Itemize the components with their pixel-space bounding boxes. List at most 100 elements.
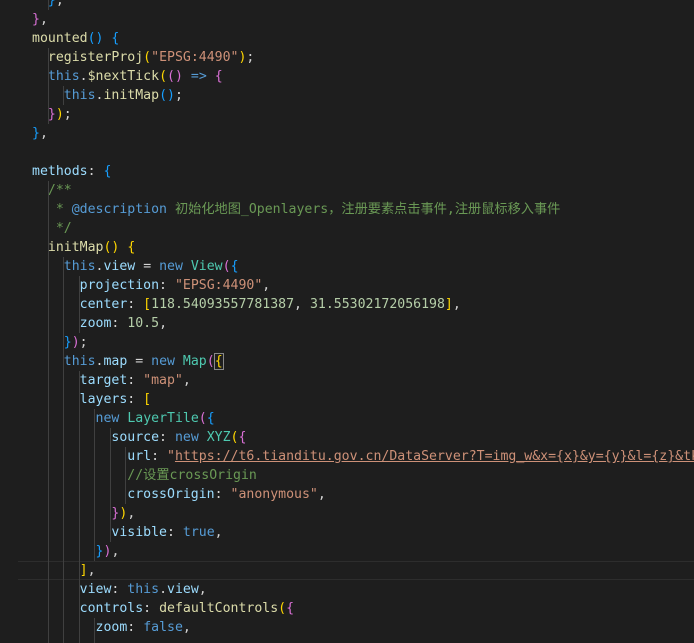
code-token: view [167,582,199,597]
code-line[interactable] [0,143,694,162]
code-token: map [103,354,128,369]
code-token: registerProj [47,50,144,65]
indent-guide [47,409,49,428]
code-line[interactable]: new LayerTile({ [0,409,694,428]
code-token: new [151,354,175,369]
code-token: */ [47,221,72,236]
code-token: : [127,373,144,388]
code-line[interactable]: zoom: 10.5, [0,314,694,333]
indent-guide [78,504,80,523]
code-line[interactable]: crossOrigin: "anonymous", [0,485,694,504]
code-line[interactable]: */ [0,219,694,238]
code-token: mounted [32,31,88,46]
indent-guide [47,580,49,599]
indent-guide [78,295,80,314]
code-token: [ [143,392,152,407]
code-token: ; [63,107,72,122]
code-token: { [214,69,223,84]
code-line[interactable]: view: this.view, [0,580,694,599]
code-editor[interactable]: },}, mounted() { registerProj("EPSG:4490"… [0,0,694,643]
code-line[interactable]: //设置crossOrigin [0,466,694,485]
indent-guide [78,485,80,504]
code-token: url [127,449,152,464]
code-line[interactable]: initMap() { [0,238,694,257]
code-line[interactable]: }, [0,124,694,143]
indent-guide [47,295,49,314]
indent-guide [94,485,95,504]
code-line[interactable]: target: "map", [0,371,694,390]
code-line[interactable] [0,637,694,643]
code-line[interactable]: this.$nextTick(() => { [0,67,694,86]
code-line[interactable]: }), [0,504,694,523]
code-line[interactable]: }); [0,105,694,124]
code-line[interactable]: this.initMap(); [0,86,694,105]
code-line[interactable]: * @description 初始化地图_Openlayers，注册要素点击事件… [0,200,694,219]
indent-guide [47,200,49,219]
code-token: target [79,373,128,388]
code-token: , [111,544,120,559]
code-token: "anonymous" [230,487,318,502]
code-line[interactable]: this.view = new View({ [0,257,694,276]
code-line[interactable]: registerProj("EPSG:4490"); [0,48,694,67]
code-token: /** [47,183,72,198]
code-line[interactable]: this.map = new Map({ [0,352,694,371]
indent-guide [63,523,64,542]
code-token: , [127,506,136,521]
code-token: , [39,126,48,141]
code-line[interactable]: methods: { [0,162,694,181]
indent-guide [78,409,80,428]
code-line[interactable]: center: [118.54093557781387, 31.55302172… [0,295,694,314]
code-token: false [143,620,183,635]
code-line[interactable]: }, [0,10,694,29]
code-line[interactable]: }); [0,333,694,352]
indent-guide [78,580,80,599]
indent-guide [47,618,49,637]
indent-guide [47,561,49,580]
code-line[interactable]: }), [0,542,694,561]
code-token: ) [55,107,64,122]
code-token: $nextTick [87,69,160,84]
indent-guide [63,86,64,105]
code-token: 118.54093557781387 [151,297,295,312]
code-line[interactable]: /** [0,181,694,200]
code-token: } [32,12,40,27]
code-line[interactable]: controls: defaultControls({ [0,599,694,618]
indent-guide [63,618,64,637]
code-token: { [111,31,120,46]
indent-guide [47,485,49,504]
code-line[interactable]: zoom: false, [0,618,694,637]
code-token: ( [222,259,231,274]
code-token: initMap [103,88,160,103]
code-token: ) [71,335,80,350]
code-line[interactable]: projection: "EPSG:4490", [0,276,694,295]
indent-guide [47,428,49,447]
code-line[interactable]: mounted() { [0,29,694,48]
code-token: , [317,487,326,502]
code-line[interactable]: layers: [ [0,390,694,409]
indent-guide [109,428,111,447]
indent-guide [94,523,95,542]
indent-guide [47,390,49,409]
indent-guide [47,314,49,333]
code-token: ( [159,69,168,84]
code-line[interactable]: ], [18,561,694,580]
code-token: : [151,449,167,464]
code-line[interactable]: visible: true, [0,523,694,542]
code-token: : [166,525,183,540]
indent-guide [47,599,49,618]
indent-guide [63,409,64,428]
code-line[interactable]: url: "https://t6.tianditu.gov.cn/DataSer… [0,447,694,466]
code-token: ; [174,88,183,103]
code-line[interactable]: source: new XYZ({ [0,428,694,447]
code-line[interactable]: }, [0,0,694,10]
indent-guide [63,447,64,466]
code-token: crossOrigin [127,487,215,502]
code-token: @description [71,202,167,217]
